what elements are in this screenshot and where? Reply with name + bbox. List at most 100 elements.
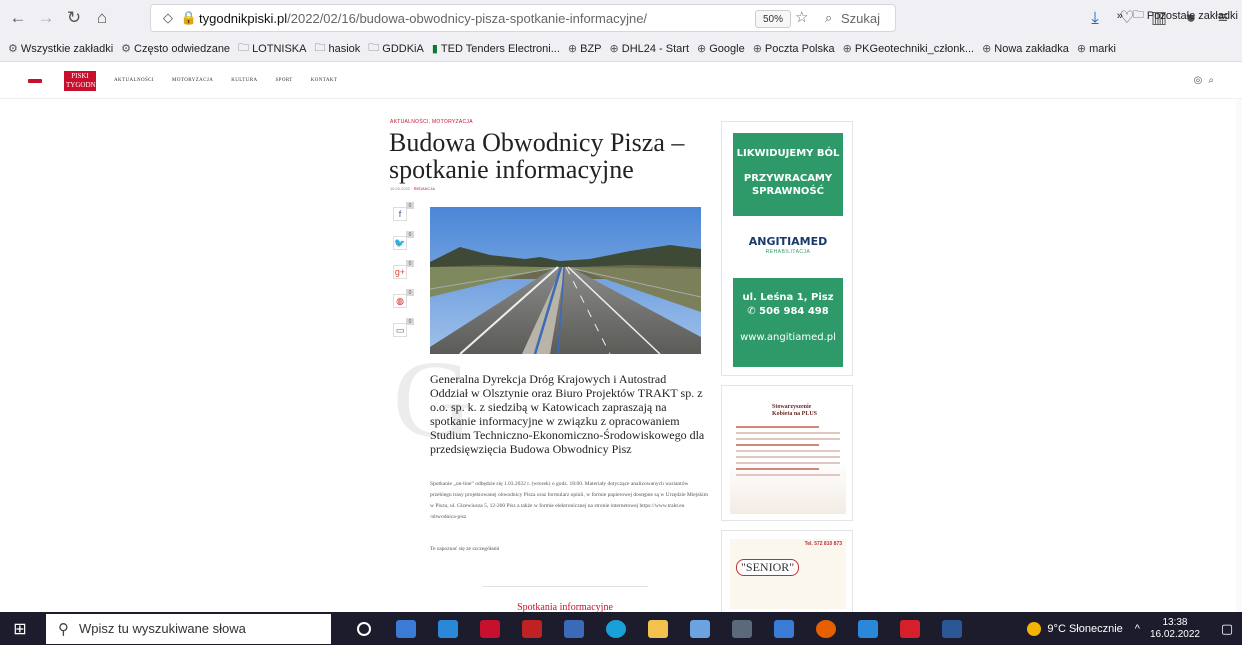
people-icon[interactable]	[385, 612, 427, 645]
search-field-placeholder[interactable]: Szukaj	[841, 11, 880, 26]
calculator-icon[interactable]	[721, 612, 763, 645]
bookmark-item[interactable]: ⊕ Poczta Polska	[753, 42, 835, 56]
share-glyph: f	[398, 209, 402, 219]
clock[interactable]: 13:38 16.02.2022	[1150, 617, 1200, 641]
bookmark-item[interactable]: ⊕ Google	[697, 42, 745, 56]
bookmark-item[interactable]: 🗀 GDDKiA	[368, 39, 424, 58]
folder-icon: 🗀	[368, 42, 380, 54]
user-icon[interactable]: ◎	[1194, 75, 1209, 86]
window-icon[interactable]	[763, 612, 805, 645]
ad-brand-logo: ANGITIAMED REHABILITACJA	[733, 226, 843, 264]
share-glyph: g+	[394, 267, 406, 277]
calculator-app-icon[interactable]	[469, 612, 511, 645]
lock-warning-icon[interactable]: 🔒	[179, 10, 199, 26]
page-scrollbar[interactable]	[1236, 99, 1242, 612]
bookmark-item[interactable]: ⊕ marki	[1076, 42, 1116, 56]
clock-time: 13:38	[1162, 616, 1188, 628]
ad-address: ul. Leśna 1, Pisz	[742, 292, 834, 303]
chevron-up-icon[interactable]: ^	[1135, 623, 1140, 635]
shield-icon[interactable]: ◇	[157, 10, 179, 26]
bookmark-item[interactable]: ⊕ Nowa zakładka	[982, 42, 1069, 56]
filezilla-icon[interactable]	[511, 612, 553, 645]
article-category[interactable]: AKTUALNOŚCI, MOTORYZACJA	[390, 119, 473, 125]
nav-item-kultura[interactable]: KULTURA	[231, 78, 257, 83]
related-title[interactable]: Spotkania informacyjne	[430, 602, 700, 612]
share-count: 0	[406, 318, 414, 325]
paint-icon[interactable]	[679, 612, 721, 645]
nav-item-motoryzacja[interactable]: MOTORYZACJA	[172, 78, 213, 83]
header-icons: ◎⌕	[1194, 75, 1220, 86]
bookmark-item[interactable]: ▮ TED Tenders Electroni...	[432, 42, 560, 56]
bookmark-item[interactable]: ⊕ DHL24 - Start	[610, 42, 689, 56]
file-explorer-icon[interactable]	[637, 612, 679, 645]
taskbar-search[interactable]: ⚲ Wpisz tu wyszukiwane słowa	[46, 613, 331, 644]
article-body: Spotkanie „on-line” odbędzie się 1.03.20…	[430, 481, 708, 520]
download-icon[interactable]: ⤓	[1082, 4, 1108, 32]
site-logo[interactable]: PISKI TYGODNIK	[64, 70, 103, 91]
taskbar-apps	[343, 612, 973, 645]
home-icon[interactable]: ⌂	[88, 4, 116, 32]
nav-item-sport[interactable]: SPORT	[275, 78, 292, 83]
bookmark-item[interactable]: 🗀 LOTNISKA	[238, 39, 306, 58]
store-icon[interactable]	[847, 612, 889, 645]
bookmark-label: Wszystkie zakładki	[20, 42, 114, 55]
ad-phone-row: ✆ 506 984 498	[733, 305, 843, 319]
folder-icon: 🗀	[314, 42, 326, 54]
bookmark-item[interactable]: 🗀 hasiok	[314, 39, 360, 58]
notification-icon[interactable]: ▢	[1212, 621, 1242, 637]
acrobat-icon[interactable]	[889, 612, 931, 645]
mail-icon[interactable]	[427, 612, 469, 645]
twitter-icon[interactable]: 🐦 0	[393, 231, 414, 250]
bookmark-label: LOTNISKA	[252, 42, 307, 55]
forward-arrow-icon[interactable]: →	[32, 4, 60, 32]
weather-widget[interactable]: 9°C Słonecznie	[1027, 621, 1123, 636]
page-content: AKTUALNOŚCI, MOTORYZACJA Budowa Obwodnic…	[0, 99, 1242, 612]
menu-toggle-icon[interactable]	[28, 78, 42, 83]
word-icon[interactable]	[931, 612, 973, 645]
windows-start-icon[interactable]: ⊞	[0, 612, 40, 645]
bookmark-item[interactable]: ⚙ Często odwiedzane	[121, 42, 230, 56]
site-search-icon[interactable]: ⌕	[1208, 75, 1220, 86]
bookmark-star-icon[interactable]: ☆	[795, 8, 808, 26]
share-count: 0	[406, 231, 414, 238]
globe-icon: ⊕	[697, 43, 707, 55]
ad-senior[interactable]: Tel. 572 810 873 "SENIOR"	[721, 530, 853, 612]
phone-icon: ✆	[747, 306, 760, 317]
chevron-right-icon[interactable]: »	[1117, 10, 1123, 22]
address-bar[interactable]: ◇ 🔒 tygodnikpiski.pl/2022/02/16/budowa-o…	[150, 4, 896, 32]
nav-item-kontakt[interactable]: KONTAKT	[311, 78, 338, 83]
article-date: 16.02.2022	[390, 186, 411, 191]
edge-icon[interactable]	[595, 612, 637, 645]
share-count: 0	[406, 289, 414, 296]
search-icon: ⚲	[58, 620, 69, 638]
google-plus-icon[interactable]: g+ 0	[393, 260, 414, 279]
firefox-icon[interactable]	[805, 612, 847, 645]
zoom-level-badge[interactable]: 50%	[755, 10, 791, 28]
reload-icon[interactable]: ↻	[60, 4, 88, 32]
bookmark-other[interactable]: Pozostałe zakładki	[1147, 10, 1238, 22]
bookmark-item[interactable]: ⊕ BZP	[568, 42, 602, 56]
bookmark-label: DHL24 - Start	[621, 42, 689, 55]
logo-line1: PISKI	[71, 71, 89, 80]
globe-icon: ⊕	[1076, 43, 1087, 55]
ad-green-bottom: ul. Leśna 1, Pisz ✆ 506 984 498 www.angi…	[733, 278, 843, 367]
bookmark-item[interactable]: ⊕ PKGeotechniki_członk...	[843, 42, 974, 56]
photo-app-icon[interactable]	[553, 612, 595, 645]
ad-angitiamed[interactable]: LIKWIDUJEMY BÓL PRZYWRACAMY SPRAWNOŚĆ AN…	[721, 121, 853, 376]
bookmark-label: hasiok	[328, 42, 361, 55]
comment-icon[interactable]: ▭ 0	[393, 318, 414, 337]
bookmark-label: BZP	[580, 42, 602, 55]
bookmark-label: GDDKiA	[382, 42, 424, 55]
article-author[interactable]: REDAKCJA	[414, 186, 435, 191]
url-text[interactable]: tygodnikpiski.pl/2022/02/16/budowa-obwod…	[199, 11, 647, 26]
weather-text: 9°C Słonecznie	[1047, 622, 1123, 635]
pinterest-icon[interactable]: ◍ 0	[393, 289, 414, 308]
divider	[483, 586, 648, 587]
cortana-icon[interactable]	[343, 612, 385, 645]
bookmark-item[interactable]: ⚙ Wszystkie zakładki	[8, 42, 114, 56]
facebook-icon[interactable]: f0	[393, 202, 414, 221]
back-arrow-icon[interactable]: ←	[4, 4, 32, 32]
ad-kobieta-na-plus[interactable]: Stowarzyszenie Kobieta na PLUS	[721, 385, 853, 521]
nav-item-aktualnosci[interactable]: AKTUALNOŚCI	[114, 78, 154, 83]
ad-www: www.angitiamed.pl	[740, 332, 836, 343]
